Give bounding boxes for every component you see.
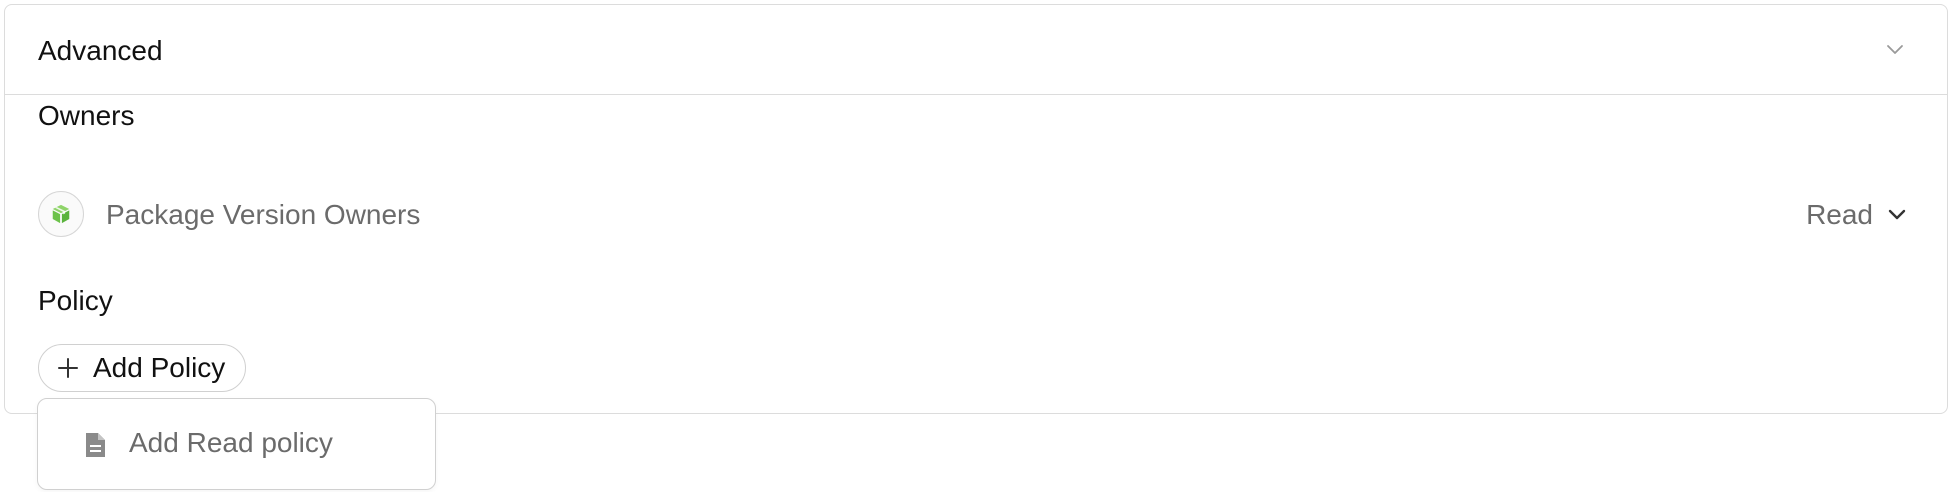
add-read-policy-label: Add Read policy [129,427,333,458]
advanced-panel-header[interactable]: Advanced [5,5,1947,95]
plus-icon [58,358,78,378]
add-policy-dropdown: Add Read policy [37,398,436,490]
owner-row: Package Version Owners Read [38,191,1917,237]
add-policy-label: Add Policy [93,352,226,383]
owner-name: Package Version Owners [106,199,421,230]
package-icon [52,204,70,224]
role-select[interactable]: Read [1777,191,1917,237]
add-read-policy-item[interactable]: Add Read policy [38,399,435,489]
panel-title: Advanced [38,35,163,66]
chevron-down-icon[interactable] [1883,37,1907,61]
owners-label: Owners [38,100,135,131]
chevron-down-icon[interactable] [1885,202,1909,226]
advanced-panel: Advanced Owners Package Version Owners R… [4,4,1948,414]
policy-label: Policy [38,285,113,316]
add-policy-button[interactable]: Add Policy [38,344,247,392]
document-icon [86,433,105,457]
avatar [38,191,84,237]
role-label: Read [1806,199,1873,230]
